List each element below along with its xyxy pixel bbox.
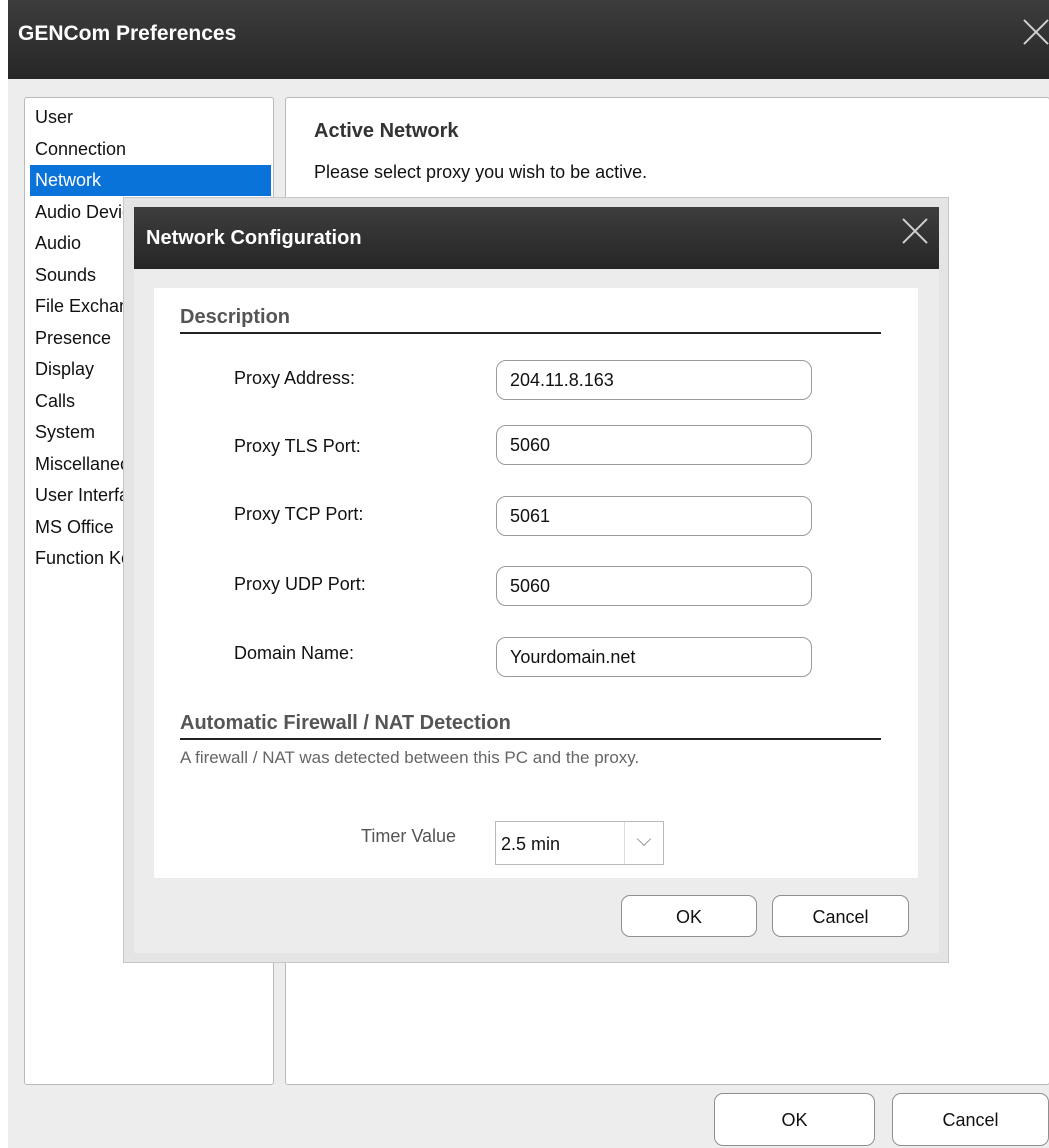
dialog-ok-button[interactable]: OK (621, 895, 757, 937)
sidebar-item-user[interactable]: User (30, 102, 271, 133)
close-icon[interactable] (1022, 18, 1049, 46)
domain-name-label: Domain Name: (234, 643, 355, 663)
dialog-cancel-button[interactable]: Cancel (772, 895, 909, 937)
dialog-title: Network Configuration (146, 227, 362, 249)
section-divider (180, 332, 881, 334)
proxy-address-label: Proxy Address: (234, 368, 356, 388)
section-title-description: Description (180, 306, 291, 328)
chevron-down-icon[interactable] (636, 831, 652, 847)
nat-detection-message: A firewall / NAT was detected between th… (180, 748, 640, 767)
dialog-body: Description Proxy Address: Proxy TLS Por… (134, 269, 939, 953)
section-title-nat-detection: Automatic Firewall / NAT Detection (180, 712, 511, 734)
sidebar-item-network[interactable]: Network (30, 165, 271, 196)
window-title: GENCom Preferences (18, 22, 237, 45)
proxy-tls-port-input[interactable] (496, 425, 812, 465)
dialog-titlebar[interactable]: Network Configuration (134, 207, 939, 269)
timer-value-label: Timer Value (361, 826, 457, 846)
timer-value-select[interactable]: 2.5 min (495, 821, 664, 865)
sidebar-item-connection[interactable]: Connection (30, 134, 271, 165)
proxy-tcp-port-input[interactable] (496, 496, 812, 536)
section-divider (180, 738, 881, 740)
proxy-udp-port-label: Proxy UDP Port: (234, 574, 366, 594)
window-titlebar[interactable]: GENCom Preferences (8, 0, 1049, 79)
domain-name-input[interactable] (496, 637, 812, 677)
proxy-udp-port-input[interactable] (496, 566, 812, 606)
cancel-button[interactable]: Cancel (892, 1093, 1049, 1146)
page-title: Active Network (314, 120, 459, 142)
dropdown-divider (624, 822, 625, 864)
proxy-address-input[interactable] (496, 360, 812, 400)
proxy-tls-port-label: Proxy TLS Port: (234, 436, 361, 456)
timer-selected-value: 2.5 min (501, 834, 561, 854)
proxy-tcp-port-label: Proxy TCP Port: (234, 504, 364, 524)
dialog-form: Description Proxy Address: Proxy TLS Por… (154, 288, 918, 878)
panel-description: Please select proxy you wish to be activ… (314, 162, 648, 182)
close-icon[interactable] (901, 217, 929, 245)
ok-button[interactable]: OK (714, 1093, 875, 1146)
